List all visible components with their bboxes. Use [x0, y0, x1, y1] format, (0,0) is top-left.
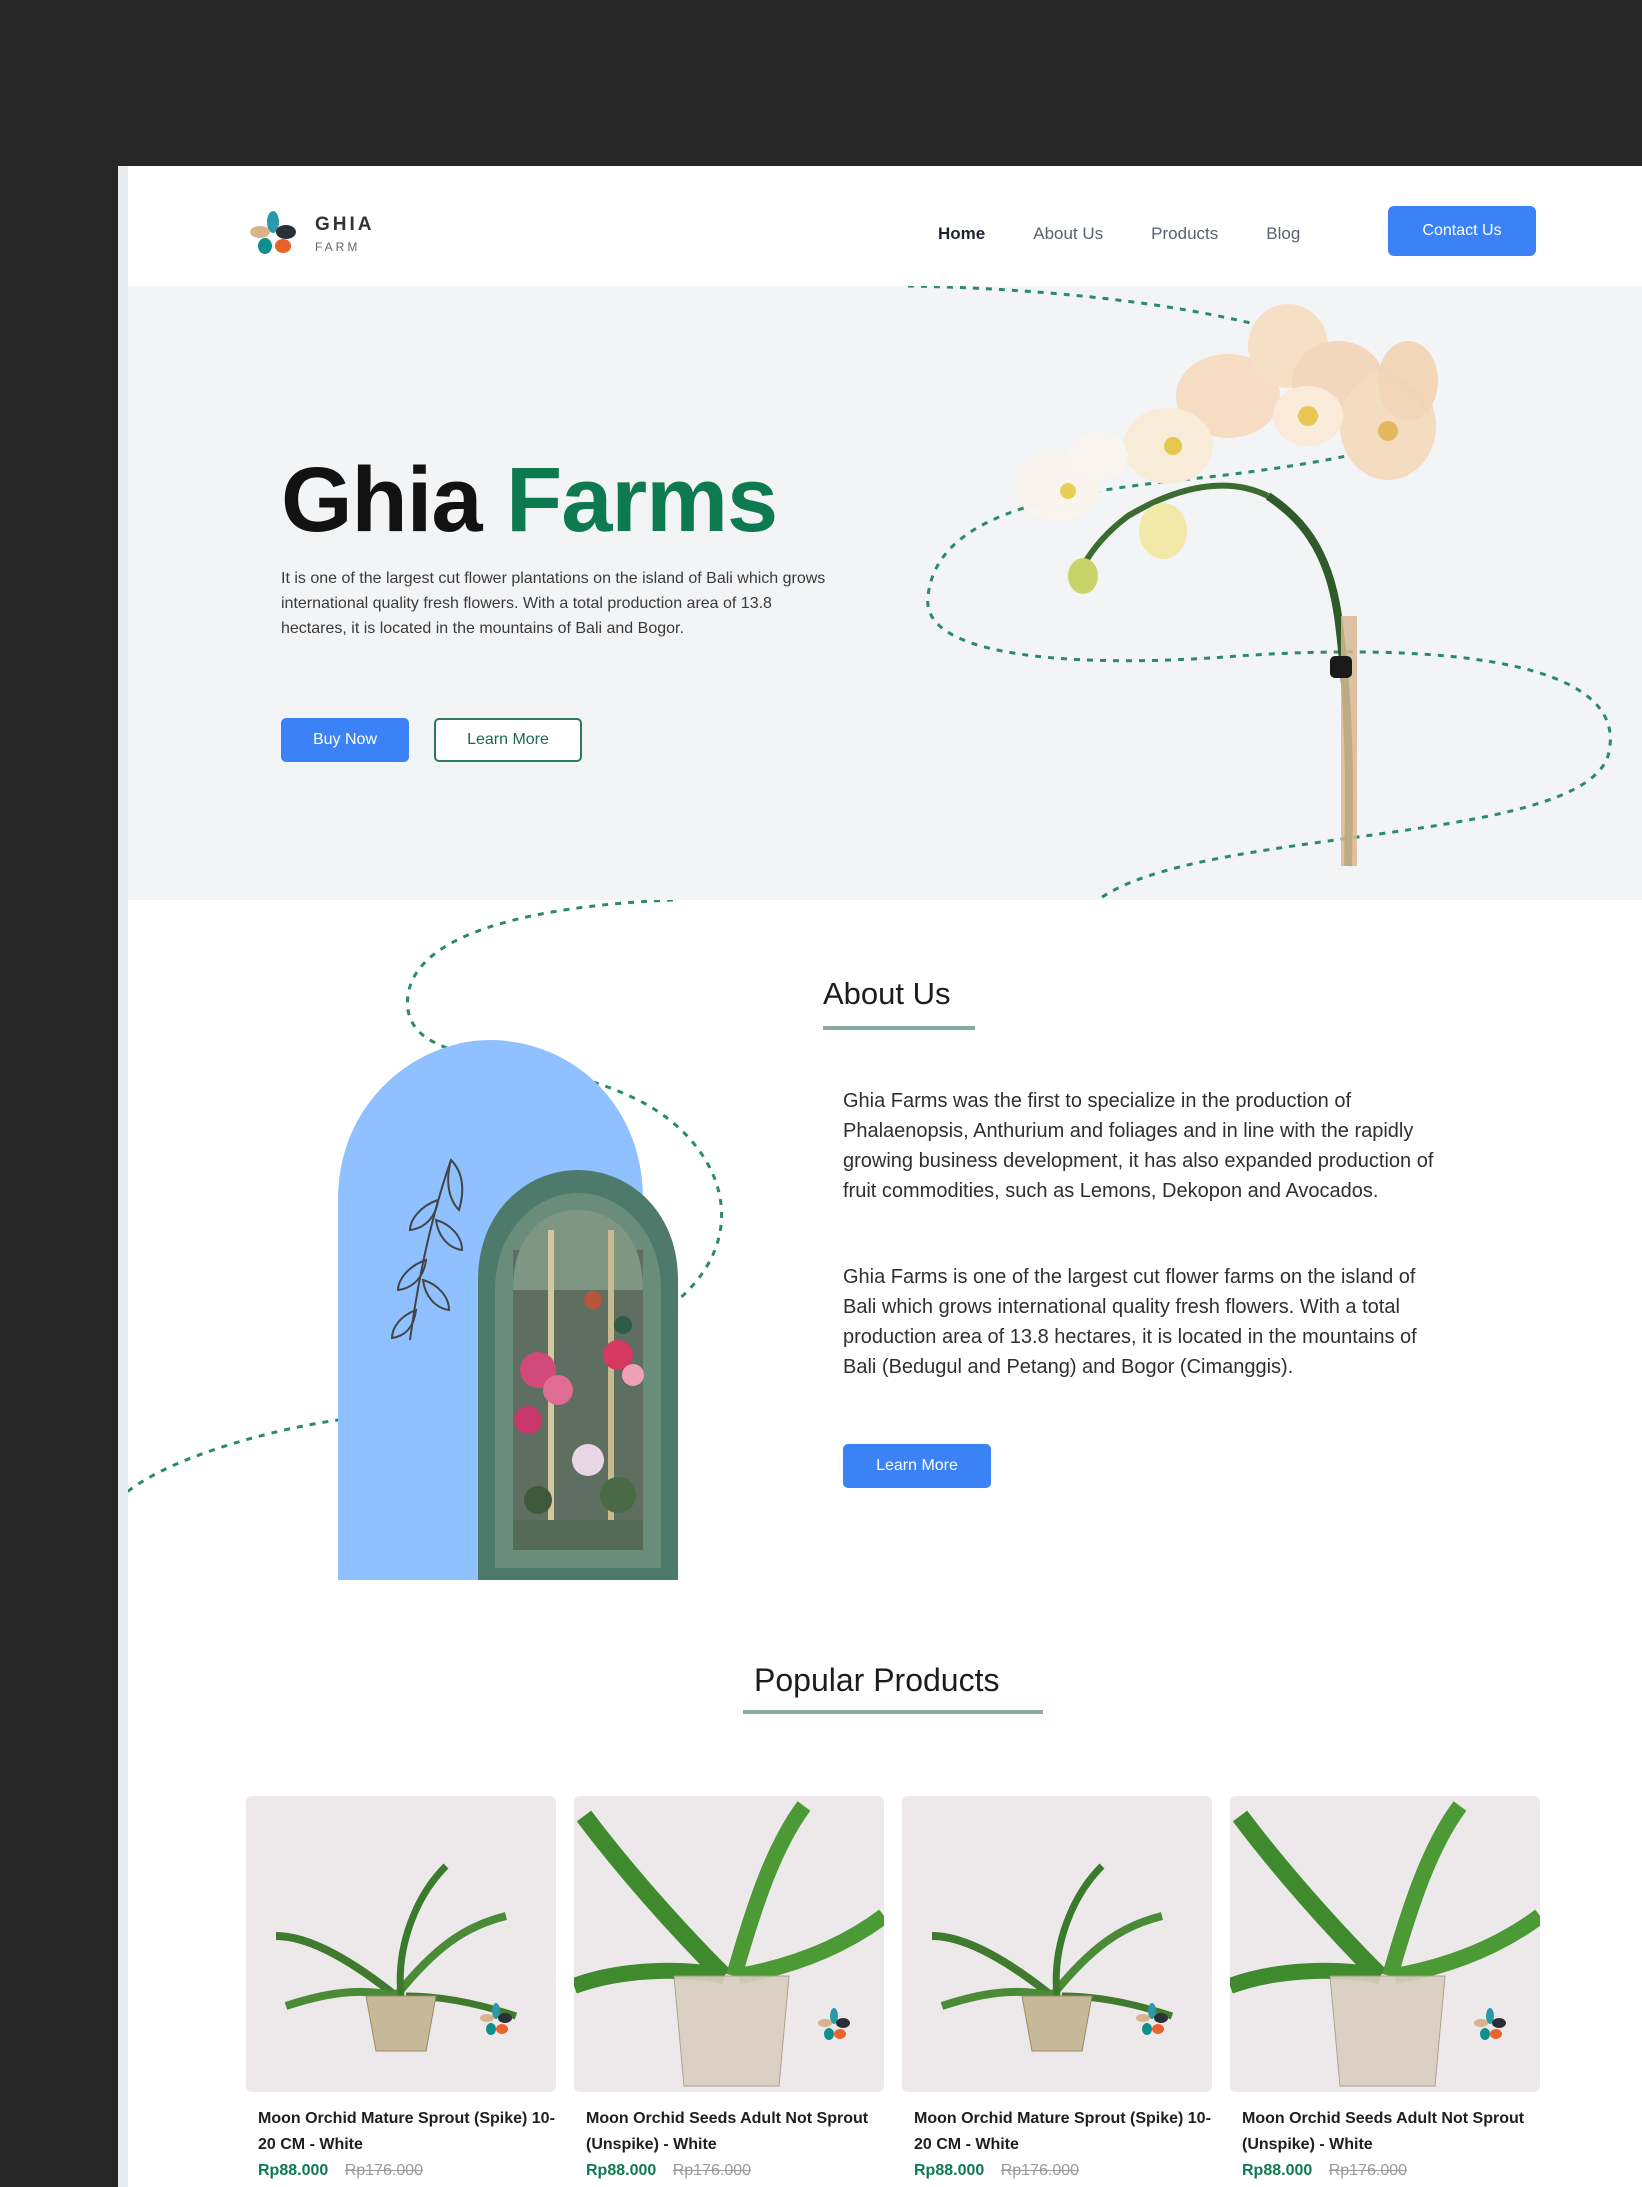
product-image[interactable] — [1230, 1796, 1540, 2092]
product-name[interactable]: Moon Orchid Mature Sprout (Spike) 10-20 … — [902, 2106, 1212, 2158]
product-old-price: Rp176.000 — [1328, 2162, 1408, 2179]
about-title-underline — [823, 1026, 975, 1030]
contact-us-button[interactable]: Contact Us — [1388, 206, 1536, 256]
product-card[interactable]: Moon Orchid Mature Sprout (Spike) 10-20 … — [902, 1796, 1212, 2180]
orchid-pot-image — [1230, 1801, 1540, 2087]
product-price: Rp88.000 — [1242, 2162, 1313, 2179]
page-left-edge — [118, 166, 128, 2187]
hero-title-part1: Ghia — [281, 449, 482, 551]
nav-links: Home About Us Products Blog — [938, 224, 1348, 244]
popular-products-title: Popular Products — [754, 1662, 1000, 1698]
logo-petals-icon — [250, 211, 296, 254]
hero-description: It is one of the largest cut flower plan… — [281, 570, 826, 637]
product-card[interactable]: Moon Orchid Seeds Adult Not Sprout (Unsp… — [1230, 1796, 1540, 2180]
logo[interactable]: GHIA FARM — [243, 206, 403, 266]
product-old-price: Rp176.000 — [672, 2162, 752, 2179]
product-price: Rp88.000 — [914, 2162, 985, 2179]
buy-now-button[interactable]: Buy Now — [281, 718, 409, 762]
product-old-price: Rp176.000 — [344, 2162, 424, 2179]
page: GHIA FARM Home About Us Products Blog Co… — [118, 166, 1642, 2187]
nav-item-blog[interactable]: Blog — [1266, 224, 1300, 244]
nav-item-home[interactable]: Home — [938, 224, 985, 244]
product-price-row: Rp88.000 Rp176.000 — [246, 2162, 556, 2180]
popular-products-underline — [743, 1710, 1043, 1714]
product-name[interactable]: Moon Orchid Seeds Adult Not Sprout (Unsp… — [574, 2106, 884, 2158]
product-card[interactable]: Moon Orchid Mature Sprout (Spike) 10-20 … — [246, 1796, 556, 2180]
product-image[interactable] — [574, 1796, 884, 2092]
product-price-row: Rp88.000 Rp176.000 — [1230, 2162, 1540, 2180]
product-image[interactable] — [902, 1796, 1212, 2092]
about-title: About Us — [823, 976, 951, 1011]
top-navbar: GHIA FARM Home About Us Products Blog Co… — [118, 166, 1642, 286]
orchid-pot-image — [931, 1863, 1174, 2052]
orchid-pot-image — [275, 1863, 518, 2052]
hero-title: Ghia Farms — [281, 448, 778, 553]
about-paragraph-2: Ghia Farms is one of the largest cut flo… — [843, 1266, 1417, 1378]
hero-section: Ghia Farms It is one of the largest cut … — [118, 286, 1642, 900]
product-old-price: Rp176.000 — [1000, 2162, 1080, 2179]
nav-item-products[interactable]: Products — [1151, 224, 1218, 244]
brand-name: GHIA — [315, 214, 375, 235]
about-paragraph-1: Ghia Farms was the first to specialize i… — [843, 1090, 1434, 1202]
product-name[interactable]: Moon Orchid Seeds Adult Not Sprout (Unsp… — [1230, 2106, 1540, 2158]
hero-learn-more-button[interactable]: Learn More — [434, 718, 582, 762]
orchid-pot-image — [574, 1801, 884, 2087]
hero-title-part2: Farms — [506, 449, 778, 551]
product-card[interactable]: Moon Orchid Seeds Adult Not Sprout (Unsp… — [574, 1796, 884, 2180]
about-learn-more-button[interactable]: Learn More — [843, 1444, 991, 1488]
product-price: Rp88.000 — [258, 2162, 329, 2179]
product-price: Rp88.000 — [586, 2162, 657, 2179]
nav-item-about[interactable]: About Us — [1033, 224, 1103, 244]
product-name[interactable]: Moon Orchid Mature Sprout (Spike) 10-20 … — [246, 2106, 556, 2158]
product-price-row: Rp88.000 Rp176.000 — [574, 2162, 884, 2180]
product-price-row: Rp88.000 Rp176.000 — [902, 2162, 1212, 2180]
product-image[interactable] — [246, 1796, 556, 2092]
brand-sub: FARM — [315, 240, 361, 254]
